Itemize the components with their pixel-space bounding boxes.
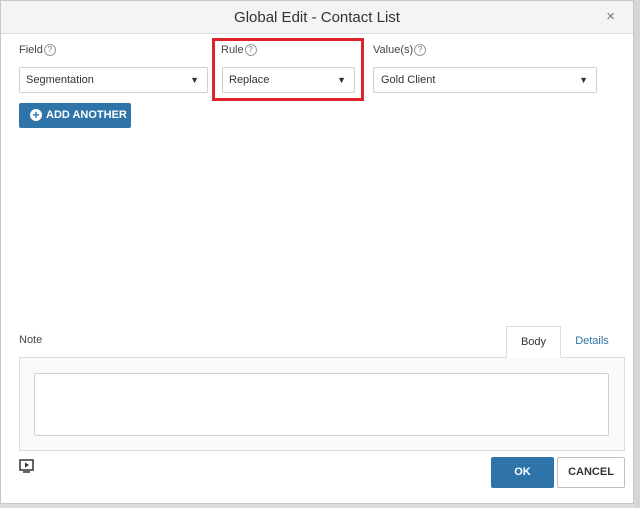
field-select-value: Segmentation <box>26 74 94 86</box>
field-label-group: Field? <box>19 44 56 56</box>
chevron-down-icon: ▼ <box>579 75 588 85</box>
add-another-button[interactable]: + ADD ANOTHER <box>19 103 131 128</box>
dialog-titlebar: Global Edit - Contact List × <box>1 1 633 34</box>
values-label-group: Value(s)? <box>373 44 427 56</box>
add-another-label: ADD ANOTHER <box>46 109 127 121</box>
field-select[interactable]: Segmentation ▼ <box>19 67 208 93</box>
note-label: Note <box>19 334 43 346</box>
note-panel <box>19 357 625 451</box>
tab-body[interactable]: Body <box>506 326 561 358</box>
background-edge <box>634 0 640 508</box>
rule-highlight-box <box>212 38 364 101</box>
plus-circle-icon: + <box>30 109 42 121</box>
cancel-button[interactable]: CANCEL <box>557 457 625 488</box>
values-select-value: Gold Client <box>381 74 436 86</box>
field-label: Field <box>19 44 43 56</box>
global-edit-dialog: Global Edit - Contact List × Field? Segm… <box>0 0 634 504</box>
chevron-down-icon: ▼ <box>190 75 199 85</box>
field-help-icon[interactable]: ? <box>43 44 56 56</box>
dialog-title: Global Edit - Contact List <box>234 9 400 26</box>
video-play-icon[interactable] <box>19 459 35 473</box>
ok-button[interactable]: OK <box>491 457 554 488</box>
values-help-icon[interactable]: ? <box>414 44 427 56</box>
close-icon[interactable]: × <box>606 9 615 25</box>
tab-details[interactable]: Details <box>567 326 617 358</box>
values-select[interactable]: Gold Client ▼ <box>373 67 597 93</box>
note-body-input[interactable] <box>34 373 609 436</box>
values-label: Value(s) <box>373 44 414 56</box>
